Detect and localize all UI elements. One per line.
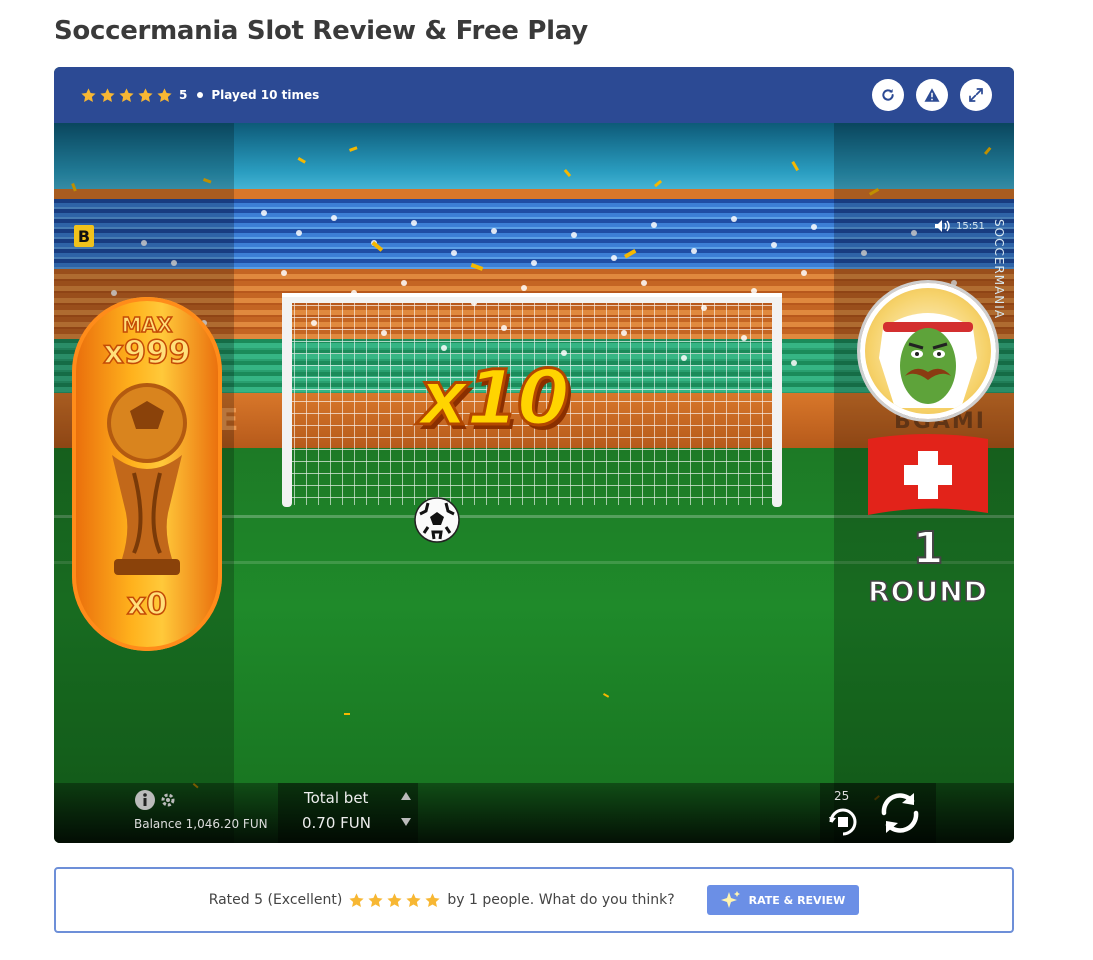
game-name-vertical: SOCCERMANIA	[992, 219, 1006, 320]
trophy-icon	[107, 383, 187, 575]
win-multiplier: x10	[418, 352, 572, 444]
soccer-ball-icon	[414, 497, 460, 543]
reload-button[interactable]	[872, 79, 904, 111]
star-icon	[387, 892, 402, 907]
star-icon	[368, 892, 383, 907]
rate-and-review-button[interactable]: RATE & REVIEW	[706, 885, 860, 915]
reload-icon	[882, 89, 894, 101]
autoplay-count: 25	[834, 789, 850, 803]
rating-value: 5	[179, 88, 188, 102]
warning-icon	[924, 88, 940, 102]
star-icon	[138, 87, 153, 102]
star-icon	[349, 892, 364, 907]
trophy-count: x0	[126, 586, 168, 623]
opponent-avatar	[860, 283, 996, 419]
clock: 15:51	[956, 220, 985, 232]
spin-icon[interactable]	[874, 787, 926, 839]
balance: Balance 1,046.20 FUN	[134, 817, 268, 831]
rating-box: Rated 5 (Excellent) by 1 people. What do…	[54, 867, 1014, 933]
page-title: Soccermania Slot Review & Free Play	[54, 16, 588, 46]
autoplay-stop-icon[interactable]	[826, 805, 860, 839]
rating-summary-prefix: Rated 5 (Excellent)	[208, 892, 343, 908]
provider-badge: B	[74, 225, 94, 247]
total-bet-value: 0.70 FUN	[302, 814, 371, 832]
bet-decrease-icon[interactable]	[400, 817, 412, 827]
switzerland-flag-icon	[868, 434, 988, 515]
game-frame: 5 Played 10 times CE BGAMI	[54, 67, 1014, 843]
speaker-icon[interactable]	[934, 219, 950, 233]
fullscreen-button[interactable]	[960, 79, 992, 111]
star-icon	[406, 892, 421, 907]
bet-increase-icon[interactable]	[400, 791, 412, 801]
game-header-bar: 5 Played 10 times	[54, 67, 1014, 123]
info-icon[interactable]	[134, 789, 156, 811]
separator-dot	[197, 92, 204, 98]
game-scene[interactable]: CE BGAMI	[54, 123, 1014, 843]
sparkle-icon	[720, 891, 740, 908]
cactus-character-icon	[879, 313, 977, 408]
max-win-trophy-panel: MAX x999 x0	[72, 297, 222, 651]
expand-icon	[969, 88, 983, 102]
gear-icon[interactable]	[160, 792, 176, 808]
sound-control[interactable]: 15:51	[934, 219, 985, 233]
star-icon	[157, 87, 172, 102]
played-count: Played 10 times	[211, 88, 320, 102]
rate-and-review-label: RATE & REVIEW	[748, 893, 846, 907]
star-icon	[81, 87, 96, 102]
report-button[interactable]	[916, 79, 948, 111]
star-icon	[100, 87, 115, 102]
total-bet-label: Total bet	[304, 789, 369, 807]
rating-stars	[80, 87, 173, 104]
star-icon	[119, 87, 134, 102]
rating-summary-stars	[348, 892, 441, 909]
round-number: 1	[912, 522, 945, 575]
rating-summary-suffix: by 1 people. What do you think?	[447, 892, 675, 908]
star-icon	[425, 892, 440, 907]
round-label: ROUND	[867, 574, 988, 609]
